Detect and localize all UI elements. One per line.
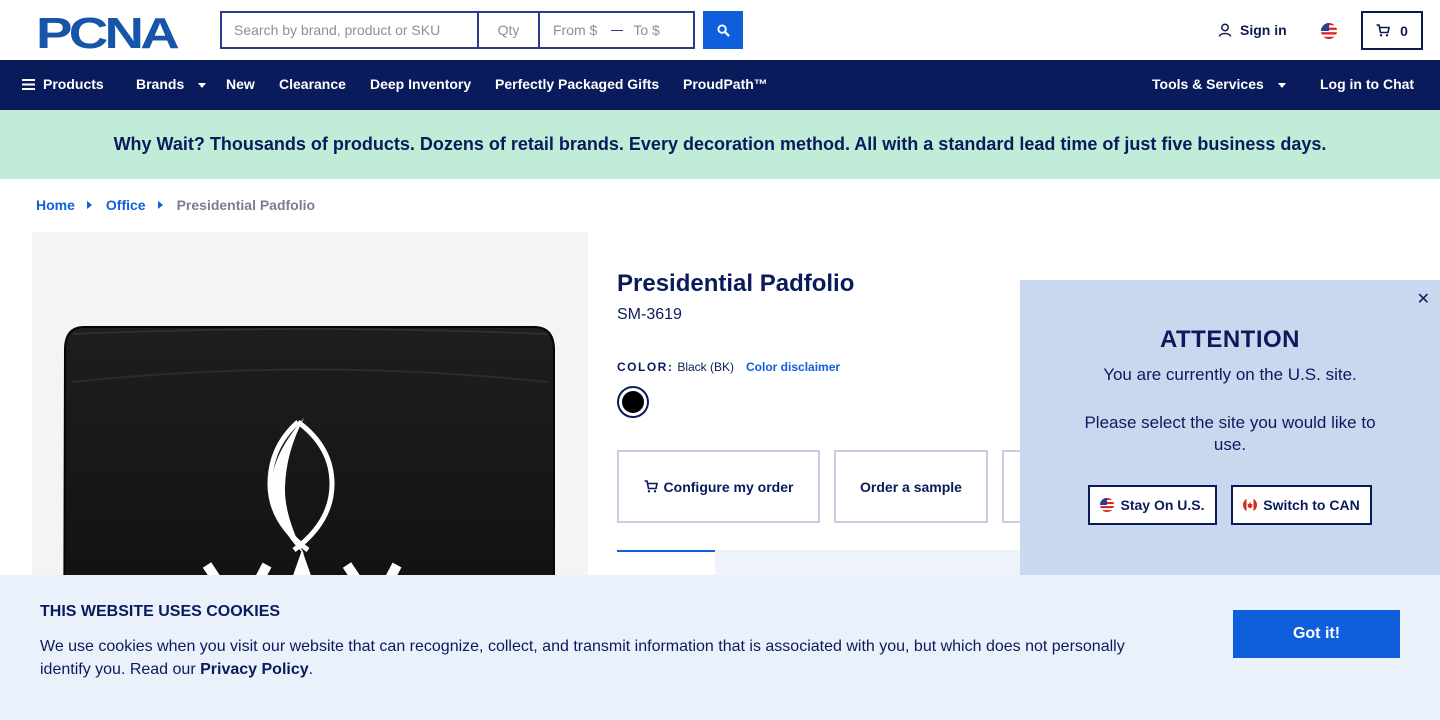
color-swatch-black[interactable] [617,386,649,418]
color-value: Black (BK) [677,360,735,374]
nav-products[interactable]: Products [22,76,104,92]
cookie-text: We use cookies when you visit our websit… [40,635,1150,681]
popup-message: You are currently on the U.S. site. [1103,365,1357,384]
color-label: COLOR: [617,360,674,374]
color-disclaimer-link[interactable]: Color disclaimer [746,360,840,374]
cookie-period: . [308,661,314,678]
search-icon [716,23,730,37]
cookie-title: THIS WEBSITE USES COOKIES [40,603,281,620]
nav-login-chat[interactable]: Log in to Chat [1320,76,1414,92]
signin-label: Sign in [1240,22,1287,38]
configure-order-button[interactable]: Configure my order [617,450,820,523]
nav-clearance[interactable]: Clearance [279,76,346,92]
range-dash [611,29,624,31]
accept-cookies-label: Got it! [1292,625,1341,642]
swatch-dot [622,391,644,413]
nav-tools-services[interactable]: Tools & Services [1152,76,1286,92]
us-flag-icon[interactable] [1321,23,1337,39]
nav-packaged-gifts-label: Perfectly Packaged Gifts [495,76,660,92]
chevron-down-icon [1277,82,1286,88]
accept-cookies-button[interactable]: Got it! [1233,610,1400,658]
qty-input[interactable]: Qty [477,11,540,49]
breadcrumb-office[interactable]: Office [106,197,146,213]
nav-brands-label: Brands [136,76,185,92]
nav-chat-label: Log in to Chat [1320,76,1415,92]
search-input[interactable]: Search by brand, product or SKU [220,11,479,49]
close-icon[interactable]: ✕ [1417,289,1430,309]
chevron-down-icon [198,82,207,88]
cart-button[interactable]: 0 [1361,11,1423,50]
signin-link[interactable]: Sign in [1218,22,1287,38]
popup-title: ATTENTION [1159,326,1301,353]
nav-clearance-label: Clearance [279,76,346,92]
canada-flag-icon [1243,498,1258,512]
order-sample-label: Order a sample [860,478,962,495]
nav-new-label: New [226,76,255,92]
nav-proudpath-label: ProudPath™ [683,76,768,92]
configure-order-label: Configure my order [663,478,794,495]
tab-decorated[interactable] [617,550,715,576]
search-button[interactable] [703,11,743,49]
menu-icon [22,78,35,90]
promo-banner: Why Wait? Thousands of products. Dozens … [0,110,1440,179]
qty-placeholder: Qty [497,22,520,38]
svg-text:PCNA: PCNA [36,11,179,51]
switch-can-label: Switch to CAN [1263,497,1360,513]
product-sku: SM-3619 [617,306,682,323]
breadcrumb-home[interactable]: Home [36,197,75,213]
chevron-right-icon [86,201,92,209]
breadcrumb: Home Office Presidential Padfolio [36,197,315,213]
nav-products-label: Products [43,76,104,92]
nav-tools-label: Tools & Services [1152,76,1264,92]
cart-icon [644,480,658,493]
price-range-input[interactable]: From $ To $ [538,11,695,49]
product-title: Presidential Padfolio [617,270,855,297]
stay-us-button[interactable]: Stay On U.S. [1088,485,1217,525]
price-to-placeholder: To $ [633,22,660,38]
main-nav: Products Brands New Clearance Deep Inven… [0,60,1440,110]
site-select-popup: ✕ ATTENTION You are currently on the U.S… [1020,280,1440,575]
stay-us-label: Stay On U.S. [1120,497,1205,513]
nav-deep-inventory-label: Deep Inventory [370,76,472,92]
search-placeholder: Search by brand, product or SKU [234,22,441,38]
popup-message-select: Please select the site you would like to… [1084,413,1376,454]
nav-deep-inventory[interactable]: Deep Inventory [370,76,471,92]
promo-banner-text: Why Wait? Thousands of products. Dozens … [113,134,1327,154]
nav-proudpath[interactable]: ProudPath™ [683,76,768,92]
color-row: COLOR: Black (BK) Color disclaimer [617,360,840,374]
us-flag-icon [1100,498,1115,512]
cookie-banner: THIS WEBSITE USES COOKIES We use cookies… [0,575,1440,720]
cart-icon [1376,24,1391,37]
price-from-placeholder: From $ [553,22,598,38]
nav-new[interactable]: New [226,76,255,92]
nav-packaged-gifts[interactable]: Perfectly Packaged Gifts [495,76,659,92]
switch-can-button[interactable]: Switch to CAN [1231,485,1372,525]
breadcrumb-current: Presidential Padfolio [176,197,316,213]
privacy-policy-link[interactable]: Privacy Policy [200,661,309,678]
cart-count: 0 [1400,22,1408,39]
chevron-right-icon [157,201,163,209]
user-icon [1218,23,1232,37]
site-header: PCNA Search by brand, product or SKU Qty… [0,0,1440,60]
pcna-logo[interactable]: PCNA [36,11,184,51]
order-sample-button[interactable]: Order a sample [834,450,988,523]
nav-brands[interactable]: Brands [136,76,207,92]
